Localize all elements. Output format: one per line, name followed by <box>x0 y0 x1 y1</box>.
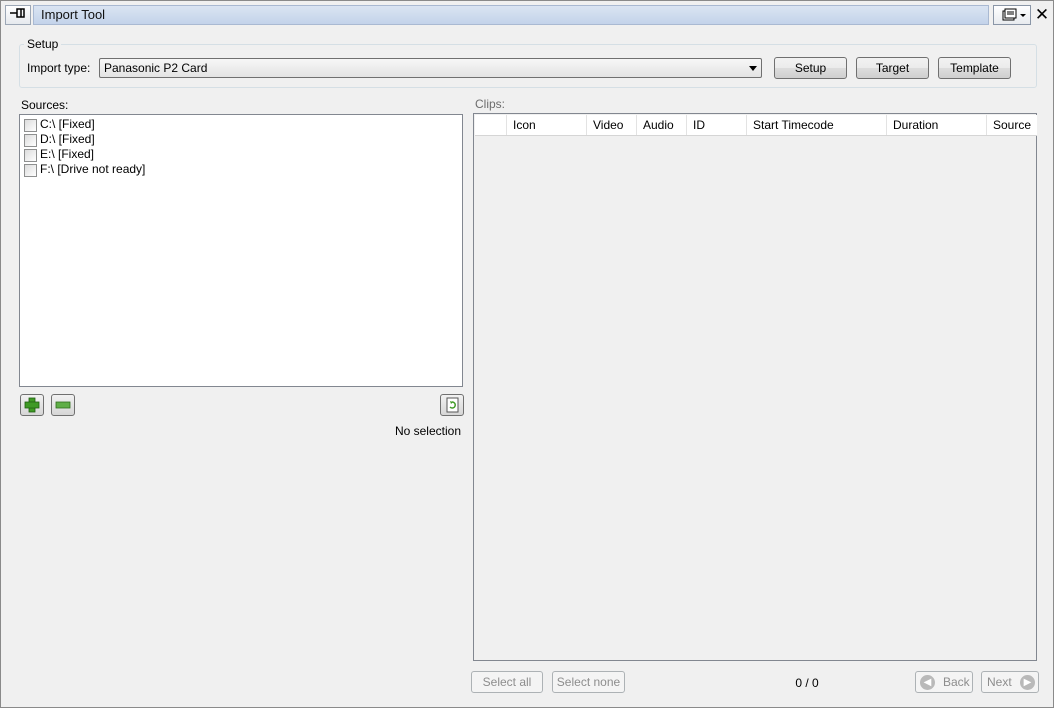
import-type-label: Import type: <box>27 61 91 75</box>
window-menu-icon[interactable] <box>993 5 1031 25</box>
setup-group-label: Setup <box>24 37 62 51</box>
pin-icon[interactable] <box>5 5 31 25</box>
next-arrow-icon: ▶ <box>1020 675 1035 690</box>
clips-label: Clips: <box>475 97 506 111</box>
remove-source-button[interactable] <box>51 394 75 416</box>
window-title: Import Tool <box>33 5 989 25</box>
pin-icon-graphic <box>10 8 25 18</box>
source-checkbox[interactable] <box>24 149 37 162</box>
select-none-button[interactable]: Select none <box>552 671 625 693</box>
back-arrow-icon: ◀ <box>920 675 935 690</box>
clips-table[interactable]: Icon Video Audio ID Start Timecode Durat… <box>473 113 1037 661</box>
back-button[interactable]: ◀ Back <box>915 671 973 693</box>
clips-table-header: Icon Video Audio ID Start Timecode Durat… <box>475 115 1037 136</box>
chevron-down-icon <box>749 66 757 71</box>
source-label: D:\ [Fixed] <box>40 132 95 146</box>
minus-icon <box>55 401 71 409</box>
window-menu-icon-graphic <box>1002 8 1026 21</box>
source-checkbox[interactable] <box>24 119 37 132</box>
refresh-icon <box>446 397 459 413</box>
title-bar: Import Tool ✕ <box>3 4 1051 26</box>
source-label: C:\ [Fixed] <box>40 117 95 131</box>
back-button-label: Back <box>943 675 970 689</box>
import-type-select[interactable]: Panasonic P2 Card <box>99 58 762 78</box>
column-header-video[interactable]: Video <box>587 115 637 135</box>
add-source-button[interactable] <box>20 394 44 416</box>
sources-list[interactable]: C:\ [Fixed] D:\ [Fixed] E:\ [Fixed] F:\ … <box>19 114 463 387</box>
import-tool-window: Import Tool ✕ Setup Import type: Panason… <box>0 0 1054 708</box>
plus-icon <box>24 397 40 413</box>
select-all-button[interactable]: Select all <box>471 671 543 693</box>
source-checkbox[interactable] <box>24 134 37 147</box>
column-header-audio[interactable]: Audio <box>637 115 687 135</box>
column-header-id[interactable]: ID <box>687 115 747 135</box>
source-label: E:\ [Fixed] <box>40 147 95 161</box>
close-icon[interactable]: ✕ <box>1033 5 1051 25</box>
target-button[interactable]: Target <box>856 57 929 79</box>
column-header-source[interactable]: Source <box>987 115 1037 135</box>
sources-label: Sources: <box>21 98 69 112</box>
clip-counter: 0 / 0 <box>795 676 819 690</box>
refresh-sources-button[interactable] <box>440 394 464 416</box>
next-button-label: Next <box>987 675 1012 689</box>
title-controls: ✕ <box>993 5 1051 25</box>
source-label: F:\ [Drive not ready] <box>40 162 146 176</box>
selection-status: No selection <box>394 424 461 438</box>
import-type-value: Panasonic P2 Card <box>104 61 208 75</box>
column-header-start-timecode[interactable]: Start Timecode <box>747 115 887 135</box>
source-checkbox[interactable] <box>24 164 37 177</box>
template-button[interactable]: Template <box>938 57 1011 79</box>
next-button[interactable]: Next ▶ <box>981 671 1039 693</box>
column-header-select[interactable] <box>475 115 507 135</box>
column-header-icon[interactable]: Icon <box>507 115 587 135</box>
setup-button[interactable]: Setup <box>774 57 847 79</box>
column-header-duration[interactable]: Duration <box>887 115 987 135</box>
